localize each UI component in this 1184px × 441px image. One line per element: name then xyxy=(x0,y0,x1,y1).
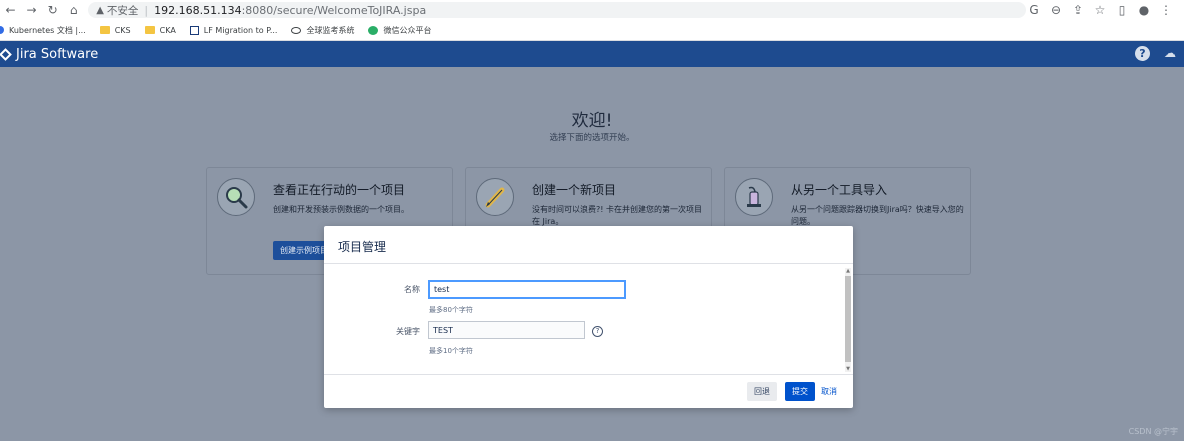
kubernetes-icon xyxy=(0,26,4,34)
folder-icon xyxy=(99,26,110,34)
scrollbar-thumb[interactable] xyxy=(845,276,851,362)
jira-diamond-icon xyxy=(0,47,12,61)
dialog-title: 项目管理 xyxy=(338,240,387,254)
eye-icon xyxy=(291,26,302,34)
help-icon[interactable]: ? xyxy=(1135,46,1150,61)
bookmark-cka[interactable]: CKA xyxy=(144,25,176,35)
lf-icon xyxy=(189,25,199,35)
page-subtitle: 选择下面的选项开始。 xyxy=(549,133,635,143)
name-hint: 最多80个字符 xyxy=(429,306,473,314)
dialog-header: 项目管理 xyxy=(324,226,853,264)
back-button[interactable]: 回退 xyxy=(747,382,777,401)
help-question-icon[interactable]: ? xyxy=(592,326,603,337)
home-icon[interactable]: ⌂ xyxy=(63,0,84,20)
bookmarks-bar: Kubernetes 文档 |... CKS CKA LF Migration … xyxy=(0,20,1184,41)
folder-icon xyxy=(144,26,155,34)
scroll-down-icon[interactable]: ▼ xyxy=(845,366,851,372)
watermark: CSDN @宁宇 xyxy=(1128,427,1178,436)
name-label: 名称 xyxy=(404,285,420,294)
google-icon[interactable]: G xyxy=(1026,3,1042,17)
bookmark-wechat[interactable]: 微信公众平台 xyxy=(368,25,431,36)
key-hint: 最多10个字符 xyxy=(429,347,473,355)
menu-icon[interactable]: ⋮ xyxy=(1158,3,1174,17)
page-title: 欢迎! xyxy=(571,111,613,131)
bookmark-label: LF Migration to P... xyxy=(203,25,278,35)
address-separator: | xyxy=(144,3,149,17)
url-host: 192.168.51.134 xyxy=(154,3,242,17)
card-description: 从另一个问题跟踪器切换到Jira吗？快速导入您的问题。 xyxy=(791,205,964,226)
browser-toolbar: ← → ↻ ⌂ ▲ 不安全 | 192.168.51.134 :8080/sec… xyxy=(0,0,1184,20)
bookmark-kubernetes[interactable]: Kubernetes 文档 |... xyxy=(0,25,86,36)
sidebar-icon[interactable]: ▯ xyxy=(1114,3,1130,17)
back-arrow-icon[interactable]: ← xyxy=(0,0,21,20)
project-name-input[interactable]: test xyxy=(428,280,626,299)
bookmark-label: CKS xyxy=(114,25,131,35)
browser-right-icons: G ⊖ ⇪ ☆ ▯ ● ⋮ xyxy=(1026,3,1184,17)
bookmark-label: Kubernetes 文档 |... xyxy=(9,25,86,35)
zoom-icon[interactable]: ⊖ xyxy=(1048,3,1064,17)
insecure-label: 不安全 xyxy=(106,4,139,17)
key-label: 关键字 xyxy=(396,327,420,336)
forward-arrow-icon[interactable]: → xyxy=(21,0,42,20)
reload-icon[interactable]: ↻ xyxy=(42,0,63,20)
project-management-dialog: 项目管理 名称 test 最多80个字符 关键字 TEST ? 最多10个字符 … xyxy=(324,226,853,408)
profile-icon[interactable]: ● xyxy=(1136,3,1152,17)
user-avatar-icon[interactable]: ☁ xyxy=(1162,46,1178,61)
bookmark-cks[interactable]: CKS xyxy=(99,25,131,35)
card-title: 从另一个工具导入 xyxy=(791,183,888,197)
jira-logo[interactable]: Jira Software xyxy=(0,47,98,62)
scroll-up-icon[interactable]: ▲ xyxy=(845,268,851,274)
card-title: 创建一个新项目 xyxy=(532,183,617,197)
bookmark-label: CKA xyxy=(159,25,176,35)
magnifier-icon xyxy=(217,178,255,216)
bookmark-label: 微信公众平台 xyxy=(383,25,432,35)
card-description: 创建和开发预装示例数据的一个项目。 xyxy=(273,205,409,214)
share-icon[interactable]: ⇪ xyxy=(1070,3,1086,17)
url-path: :8080/secure/WelcomeToJIRA.jspa xyxy=(241,3,427,17)
dialog-scrollbar[interactable]: ▲ ▼ xyxy=(845,268,851,372)
star-icon[interactable]: ☆ xyxy=(1092,3,1108,17)
vacuum-icon xyxy=(735,178,773,216)
wechat-icon xyxy=(368,25,379,35)
dialog-footer: 回退 提交 取消 xyxy=(324,374,853,408)
dialog-body: 名称 test 最多80个字符 关键字 TEST ? 最多10个字符 xyxy=(324,265,853,374)
jira-header: Jira Software ? ☁ xyxy=(0,41,1184,67)
project-key-input[interactable]: TEST xyxy=(428,321,585,339)
jira-logo-text: Jira Software xyxy=(16,46,99,62)
cancel-link[interactable]: 取消 xyxy=(821,382,837,401)
pencil-icon xyxy=(476,178,514,216)
bookmark-lf-migration[interactable]: LF Migration to P... xyxy=(189,25,278,35)
address-bar[interactable]: ▲ 不安全 | 192.168.51.134 :8080/secure/Welc… xyxy=(88,2,1026,18)
submit-button[interactable]: 提交 xyxy=(785,382,815,401)
bookmark-proctor[interactable]: 全球监考系统 xyxy=(291,25,354,36)
bookmark-label: 全球监考系统 xyxy=(306,25,355,35)
card-description: 没有时间可以浪费?! 卡在并创建您的第一次项目在 Jira。 xyxy=(532,205,702,226)
card-title: 查看正在行动的一个项目 xyxy=(273,183,406,197)
warning-icon: ▲ xyxy=(96,4,104,16)
